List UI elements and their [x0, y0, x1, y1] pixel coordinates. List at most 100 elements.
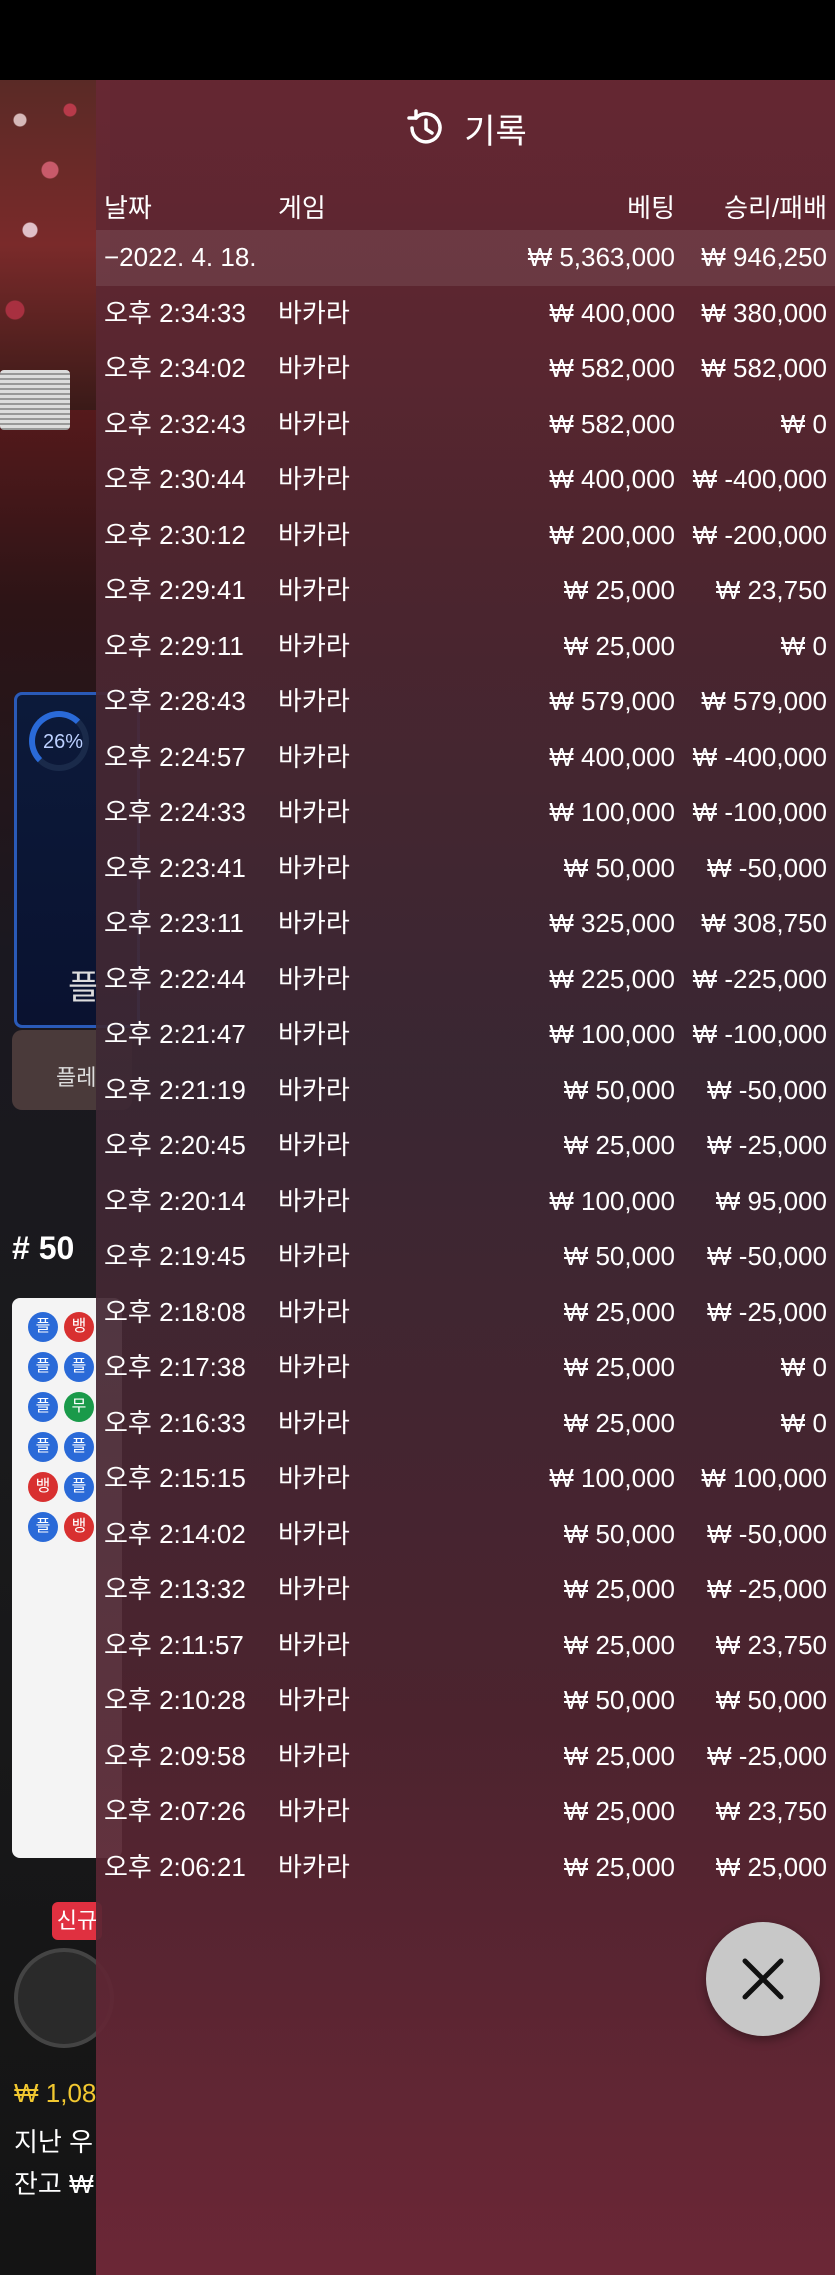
balance-amount: ₩ 1,08	[14, 2078, 97, 2108]
row-result: ₩ 100,000	[701, 1463, 827, 1493]
history-row[interactable]: 오후 2:15:15 바카라 ₩ 100,000 ₩ 100,000	[96, 1451, 835, 1507]
road-marker: 무	[64, 1392, 94, 1422]
row-game: 바카라	[278, 1241, 350, 1271]
row-game: 바카라	[278, 1740, 350, 1771]
road-marker: 뱅	[64, 1512, 94, 1542]
column-header-game: 게임	[278, 193, 326, 223]
history-row[interactable]: 오후 2:23:11 바카라 ₩ 325,000 ₩ 308,750	[96, 896, 835, 952]
history-row[interactable]: 오후 2:09:58 바카라 ₩ 25,000 ₩ -25,000	[96, 1729, 835, 1785]
history-row[interactable]: 오후 2:28:43 바카라 ₩ 579,000 ₩ 579,000	[96, 674, 835, 730]
row-result: ₩ -50,000	[707, 1518, 827, 1549]
history-row[interactable]: 오후 2:11:57 바카라 ₩ 25,000 ₩ 23,750	[96, 1618, 835, 1674]
date-group-result-total: ₩ 946,250	[701, 242, 827, 272]
row-result: ₩ -200,000	[692, 519, 827, 550]
balance-label: 잔고 ₩	[14, 2169, 94, 2199]
road-marker: 뱅	[64, 1312, 94, 1342]
row-time: 오후 2:09:58	[104, 1740, 246, 1771]
road-marker: 플	[64, 1472, 94, 1502]
history-row[interactable]: 오후 2:34:02 바카라 ₩ 582,000 ₩ 582,000	[96, 341, 835, 397]
row-bet: ₩ 25,000	[563, 1574, 675, 1604]
history-row[interactable]: 오후 2:17:38 바카라 ₩ 25,000 ₩ 0	[96, 1340, 835, 1396]
row-game: 바카라	[278, 1685, 350, 1715]
history-row[interactable]: 오후 2:34:33 바카라 ₩ 400,000 ₩ 380,000	[96, 286, 835, 342]
row-result: ₩ 23,750	[715, 1629, 827, 1660]
table-decoration	[0, 80, 110, 410]
row-time: 오후 2:15:15	[104, 1463, 246, 1493]
row-result: ₩ 0	[780, 408, 827, 439]
row-game: 바카라	[278, 852, 350, 883]
history-row[interactable]: 오후 2:29:11 바카라 ₩ 25,000 ₩ 0	[96, 619, 835, 675]
date-group-row[interactable]: −2022. 4. 18. ₩ 5,363,000 ₩ 946,250	[96, 230, 835, 286]
row-game: 바카라	[278, 575, 350, 605]
history-row[interactable]: 오후 2:10:28 바카라 ₩ 50,000 ₩ 50,000	[96, 1673, 835, 1729]
row-result: ₩ -25,000	[707, 1740, 827, 1771]
history-row[interactable]: 오후 2:20:14 바카라 ₩ 100,000 ₩ 95,000	[96, 1174, 835, 1230]
row-bet: ₩ 50,000	[563, 1241, 675, 1271]
row-game: 바카라	[278, 1796, 350, 1826]
row-bet: ₩ 582,000	[549, 408, 675, 439]
history-row[interactable]: 오후 2:24:33 바카라 ₩ 100,000 ₩ -100,000	[96, 785, 835, 841]
history-row[interactable]: 오후 2:32:43 바카라 ₩ 582,000 ₩ 0	[96, 397, 835, 453]
history-row[interactable]: 오후 2:29:41 바카라 ₩ 25,000 ₩ 23,750	[96, 563, 835, 619]
history-row[interactable]: 오후 2:07:26 바카라 ₩ 25,000 ₩ 23,750	[96, 1784, 835, 1840]
row-bet: ₩ 50,000	[563, 1518, 675, 1549]
history-row[interactable]: 오후 2:06:21 바카라 ₩ 25,000 ₩ 25,000	[96, 1840, 835, 1896]
row-bet: ₩ 25,000	[563, 1851, 675, 1882]
history-row[interactable]: 오후 2:21:47 바카라 ₩ 100,000 ₩ -100,000	[96, 1007, 835, 1063]
row-bet: ₩ 100,000	[549, 1463, 675, 1493]
row-game: 바카라	[278, 408, 350, 439]
row-game: 바카라	[278, 1463, 350, 1493]
column-header-result: 승리/패배	[724, 193, 827, 223]
row-time: 오후 2:19:45	[104, 1241, 246, 1271]
row-result: ₩ -400,000	[692, 741, 827, 772]
row-game: 바카라	[278, 630, 350, 661]
row-bet: ₩ 25,000	[563, 630, 675, 661]
row-time: 오후 2:34:02	[104, 353, 246, 383]
history-row[interactable]: 오후 2:20:45 바카라 ₩ 25,000 ₩ -25,000	[96, 1118, 835, 1174]
row-time: 오후 2:13:32	[104, 1574, 246, 1604]
history-row[interactable]: 오후 2:16:33 바카라 ₩ 25,000 ₩ 0	[96, 1396, 835, 1452]
row-result: ₩ -25,000	[707, 1296, 827, 1327]
road-marker: 플	[28, 1432, 58, 1462]
row-bet: ₩ 25,000	[563, 1629, 675, 1660]
row-game: 바카라	[278, 908, 350, 938]
row-game: 바카라	[278, 297, 350, 328]
row-bet: ₩ 100,000	[549, 1185, 675, 1216]
road-marker: 플	[64, 1432, 94, 1462]
close-button[interactable]	[706, 1922, 820, 2036]
row-game: 바카라	[278, 1851, 350, 1882]
history-row[interactable]: 오후 2:23:41 바카라 ₩ 50,000 ₩ -50,000	[96, 841, 835, 897]
row-time: 오후 2:28:43	[104, 686, 246, 716]
history-row[interactable]: 오후 2:22:44 바카라 ₩ 225,000 ₩ -225,000	[96, 952, 835, 1008]
row-time: 오후 2:21:19	[104, 1074, 246, 1105]
row-game: 바카라	[278, 1296, 350, 1327]
row-game: 바카라	[278, 1518, 350, 1549]
round-number: # 50	[12, 1230, 75, 1266]
row-game: 바카라	[278, 686, 350, 716]
history-row[interactable]: 오후 2:24:57 바카라 ₩ 400,000 ₩ -400,000	[96, 730, 835, 786]
row-bet: ₩ 25,000	[563, 1407, 675, 1438]
row-result: ₩ -400,000	[692, 464, 827, 494]
history-row[interactable]: 오후 2:18:08 바카라 ₩ 25,000 ₩ -25,000	[96, 1285, 835, 1341]
column-header-date: 날짜	[104, 193, 152, 223]
status-bar	[0, 0, 835, 80]
row-game: 바카라	[278, 1185, 350, 1216]
history-row[interactable]: 오후 2:13:32 바카라 ₩ 25,000 ₩ -25,000	[96, 1562, 835, 1618]
last-win-label: 지난 우	[14, 2127, 93, 2157]
history-row[interactable]: 오후 2:30:12 바카라 ₩ 200,000 ₩ -200,000	[96, 508, 835, 564]
history-row[interactable]: 오후 2:21:19 바카라 ₩ 50,000 ₩ -50,000	[96, 1063, 835, 1119]
history-row[interactable]: 오후 2:30:44 바카라 ₩ 400,000 ₩ -400,000	[96, 452, 835, 508]
road-marker: 뱅	[28, 1472, 58, 1502]
row-game: 바카라	[278, 1130, 350, 1160]
history-row[interactable]: 오후 2:14:02 바카라 ₩ 50,000 ₩ -50,000	[96, 1507, 835, 1563]
row-game: 바카라	[278, 1019, 350, 1049]
row-bet: ₩ 50,000	[563, 1074, 675, 1105]
row-result: ₩ 380,000	[701, 297, 827, 328]
row-time: 오후 2:30:44	[104, 464, 246, 494]
row-bet: ₩ 579,000	[549, 686, 675, 716]
row-time: 오후 2:23:41	[104, 852, 246, 883]
date-group-bet-total: ₩ 5,363,000	[527, 242, 675, 272]
history-row[interactable]: 오후 2:19:45 바카라 ₩ 50,000 ₩ -50,000	[96, 1229, 835, 1285]
row-result: ₩ -50,000	[707, 852, 827, 883]
row-result: ₩ 23,750	[715, 1796, 827, 1826]
